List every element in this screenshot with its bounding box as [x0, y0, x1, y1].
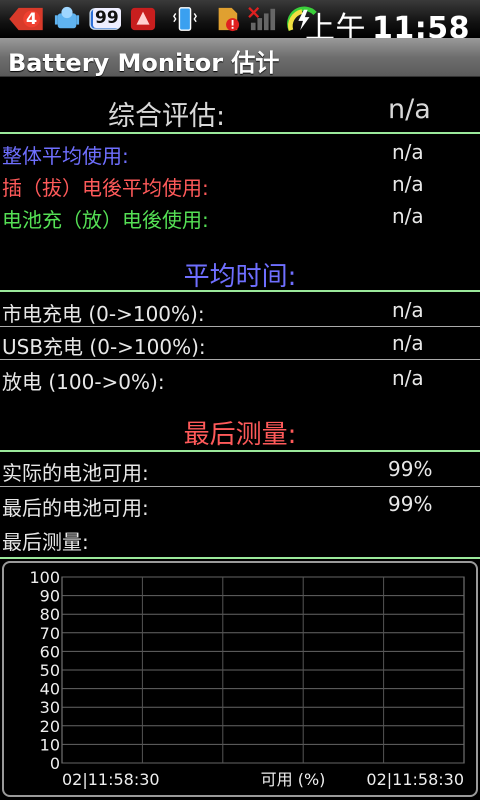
- chart-y-tick-label: 30: [40, 698, 60, 717]
- avg-time-discharge-value: n/a: [392, 366, 424, 390]
- app-title: Battery Monitor 估计: [8, 49, 280, 77]
- chart-y-tick-label: 70: [40, 624, 60, 643]
- signal-strength-icon: [248, 7, 276, 31]
- avg-time-discharge-label: 放电 (100->0%):: [2, 370, 165, 394]
- android-market-icon[interactable]: [52, 6, 82, 32]
- overall-row-plug: 插（拔）电後平均使用: n/a: [0, 170, 480, 202]
- divider: [0, 132, 480, 134]
- vibrate-icon: [173, 7, 197, 31]
- divider: [0, 290, 480, 292]
- chart-y-tick-label: 60: [40, 642, 60, 661]
- overall-row-charge: 电池充（放）电後使用: n/a: [0, 202, 480, 234]
- chart-y-tick-label: 90: [40, 587, 60, 606]
- overall-plug-label: 插（拔）电後平均使用:: [2, 176, 209, 200]
- overall-charge-label: 电池充（放）电後使用:: [2, 208, 209, 232]
- overall-heading-label: 综合评估:: [108, 101, 226, 132]
- avg-time-row-ac: 市电充电 (0->100%): n/a: [0, 296, 480, 328]
- last-measure-row-actual: 实际的电池可用: 99%: [0, 455, 480, 487]
- divider: [0, 557, 480, 559]
- last-measure-row-time: 最后测量:: [0, 524, 480, 556]
- chart-y-tick-label: 10: [40, 735, 60, 754]
- divider: [0, 486, 480, 487]
- overall-charge-value: n/a: [392, 204, 424, 228]
- divider: [0, 450, 480, 452]
- avg-time-ac-value: n/a: [392, 298, 424, 322]
- overall-heading-value: n/a: [388, 94, 431, 125]
- divider: [0, 359, 480, 360]
- avg-time-row-usb: USB充电 (0->100%): n/a: [0, 329, 480, 361]
- avg-time-row-discharge: 放电 (100->0%): n/a: [0, 364, 480, 396]
- app-title-bar: Battery Monitor 估计: [0, 38, 480, 77]
- chart-x-end-label: 02|11:58:30: [366, 770, 464, 789]
- chart-y-tick-label: 80: [40, 605, 60, 624]
- status-bar: 4 99 上午 11:58: [0, 0, 480, 46]
- chart-y-tick-label: 20: [40, 717, 60, 736]
- avg-time-usb-label: USB充电 (0->100%):: [2, 335, 206, 359]
- battery-chart-plot: 0102030405060708090100 02|11:58:30 02|11:5…: [29, 568, 465, 789]
- avg-time-usb-value: n/a: [392, 331, 424, 355]
- avg-time-heading: 平均时间:: [183, 262, 297, 292]
- last-actual-label: 实际的电池可用:: [2, 461, 149, 485]
- chart-y-tick-label: 0: [50, 754, 60, 773]
- badge-count: 99: [93, 8, 121, 28]
- overall-plug-value: n/a: [392, 172, 424, 196]
- battery-chart[interactable]: 0 10 20 30 40 50 60 70 80 90 100 02|11:58:30 02|11:5…: [2, 561, 478, 797]
- last-available-label: 最后的电池可用:: [2, 496, 149, 520]
- divider: [0, 326, 480, 327]
- chart-x-axis-label: 可用 (%): [261, 770, 326, 789]
- last-measure-time-label: 最后测量:: [2, 530, 89, 554]
- overall-average-value: n/a: [392, 140, 424, 164]
- overall-heading: 综合评估: n/a: [0, 92, 480, 132]
- last-measure-heading: 最后测量:: [183, 420, 297, 450]
- chart-y-tick-label: 50: [40, 661, 60, 680]
- overall-row-average: 整体平均使用: n/a: [0, 138, 480, 170]
- chart-y-tick-label: 40: [40, 680, 60, 699]
- last-measure-row-last: 最后的电池可用: 99%: [0, 490, 480, 522]
- chart-y-tick-label: 100: [29, 568, 60, 587]
- app-notification-icon[interactable]: [128, 6, 158, 32]
- overall-average-label: 整体平均使用:: [2, 144, 129, 168]
- notification-count: 4: [26, 9, 38, 28]
- last-available-value: 99%: [388, 492, 433, 516]
- chart-x-start-label: 02|11:58:30: [62, 770, 160, 789]
- sim-card-alert-icon: [218, 7, 240, 32]
- avg-time-ac-label: 市电充电 (0->100%):: [2, 302, 205, 326]
- last-actual-value: 99%: [388, 457, 433, 481]
